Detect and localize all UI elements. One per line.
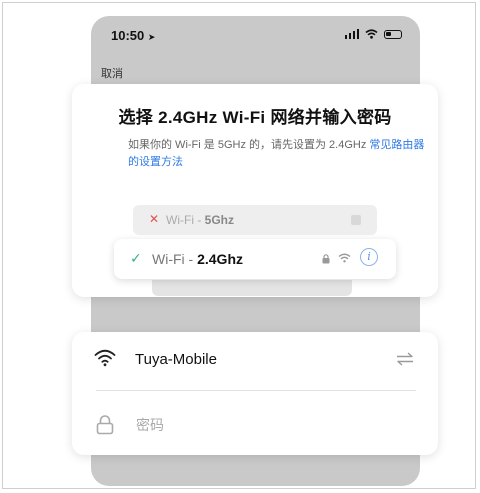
wifi-signal-small-icon <box>338 253 351 263</box>
status-time-text: 10:50 <box>111 28 145 43</box>
wifi-5ghz-prefix: Wi-Fi - <box>166 213 205 227</box>
wifi-24ghz-label: Wi-Fi - 2.4Ghz <box>152 251 243 267</box>
battery-icon <box>384 29 402 39</box>
status-icons <box>344 29 402 39</box>
location-arrow-icon: ➤ <box>147 32 156 42</box>
password-input[interactable] <box>134 413 398 437</box>
instruction-text: 如果你的 Wi-Fi 是 5GHz 的，请先设置为 2.4GHz 常见路由器的设… <box>128 137 428 171</box>
cross-icon: ✕ <box>149 212 160 226</box>
ssid-row[interactable]: Tuya-Mobile <box>72 332 438 390</box>
cellular-signal-icon <box>344 29 359 39</box>
wifi-5ghz-band: 5Ghz <box>204 213 234 227</box>
password-row[interactable] <box>72 391 438 455</box>
instruction-card: 选择 2.4GHz Wi-Fi 网络并输入密码 如果你的 Wi-Fi 是 5GH… <box>72 84 438 297</box>
wifi-24ghz-example: ✓ Wi-Fi - 2.4Ghz i <box>114 239 396 279</box>
ssid-value: Tuya-Mobile <box>135 351 217 368</box>
info-icon: i <box>360 248 378 266</box>
cancel-button[interactable]: 取消 <box>101 65 123 81</box>
placeholder-square-icon <box>351 215 361 225</box>
check-icon: ✓ <box>130 250 142 266</box>
wifi-5ghz-example: ✕ Wi-Fi - 5Ghz <box>133 205 377 235</box>
instruction-text-body: 如果你的 Wi-Fi 是 5GHz 的，请先设置为 2.4GHz <box>128 139 370 151</box>
lock-icon <box>96 415 114 435</box>
wifi-card-shadow <box>152 280 352 296</box>
wifi-24ghz-prefix: Wi-Fi - <box>152 251 198 267</box>
wifi-24ghz-band: 2.4Ghz <box>197 251 243 267</box>
wifi-5ghz-label: Wi-Fi - 5Ghz <box>166 213 234 227</box>
page-title: 选择 2.4GHz Wi-Fi 网络并输入密码 <box>118 108 392 127</box>
wifi-icon <box>94 349 116 367</box>
status-time: 10:50 ➤ <box>111 28 155 43</box>
wifi-status-icon <box>365 29 378 39</box>
switch-network-icon[interactable] <box>396 352 414 366</box>
lock-small-icon <box>322 254 330 264</box>
wifi-form-card: Tuya-Mobile <box>72 332 438 455</box>
